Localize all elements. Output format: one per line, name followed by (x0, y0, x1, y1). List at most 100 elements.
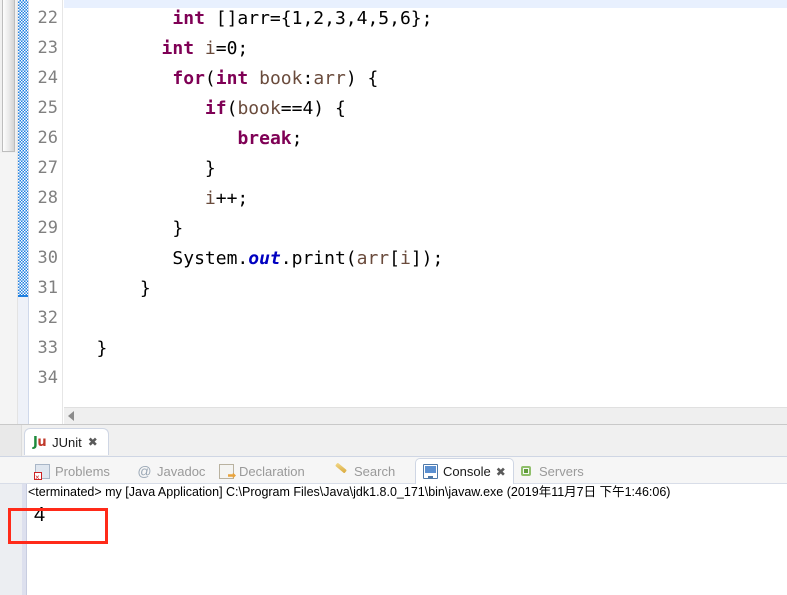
code-token: i (204, 188, 216, 209)
code-token: ]); (410, 248, 444, 269)
code-token: ==4) { (280, 98, 346, 119)
tab-javadoc[interactable]: @ Javadoc (130, 459, 212, 483)
code-line[interactable]: System.out.print(arr[i]); (64, 244, 443, 274)
code-line[interactable]: } (64, 334, 108, 364)
code-token: for (172, 68, 205, 89)
code-token: : (302, 68, 314, 89)
javadoc-icon: @ (137, 462, 152, 479)
code-token: arr (356, 248, 390, 269)
tab-console[interactable]: Console ✖ (415, 458, 514, 484)
line-number: 22 (37, 8, 58, 28)
line-number: 31 (37, 278, 58, 298)
tab-label: Problems (55, 463, 110, 479)
code-token: ) { (345, 68, 379, 89)
line-number: 28 (37, 188, 58, 208)
line-number: 27 (37, 158, 58, 178)
outer-vertical-scrollbar[interactable] (0, 0, 18, 425)
code-token: [ (389, 248, 400, 269)
code-line[interactable]: for(int book:arr) { (64, 64, 378, 94)
code-token: int (161, 38, 195, 59)
java-editor[interactable]: 22 23 24 25 26 27 28 29 30 31 32 33 34 int []arr={1,… (0, 0, 787, 425)
code-token: i (204, 38, 216, 59)
line-number: 24 (37, 68, 58, 88)
tab-label: Search (354, 463, 396, 479)
junit-icon: Ju (33, 434, 47, 450)
code-token: book (237, 98, 281, 119)
code-line[interactable]: } (64, 154, 216, 184)
search-icon (334, 464, 349, 479)
console-icon (423, 464, 438, 479)
tab-label: Servers (539, 463, 584, 479)
code-token: } (96, 338, 108, 359)
code-token: ++; (215, 188, 249, 209)
console-left-margin (0, 484, 22, 595)
tab-declaration[interactable]: Declaration (212, 459, 312, 483)
code-token: int (172, 8, 205, 29)
line-number: 33 (37, 338, 58, 358)
code-line[interactable]: int i=0; (64, 34, 249, 64)
line-number-gutter: 22 23 24 25 26 27 28 29 30 31 32 33 34 (29, 0, 63, 425)
view-tabbar: Problems @ Javadoc Declaration Search Console… (0, 457, 787, 484)
tab-junit[interactable]: Ju JUnit ✖ (24, 428, 109, 455)
code-token: book (259, 68, 303, 89)
code-line[interactable]: } (64, 274, 151, 304)
code-line[interactable]: i++; (64, 184, 248, 214)
outer-vertical-scrollbar-bottom[interactable] (0, 153, 17, 425)
junit-strip-left-margin (0, 425, 22, 457)
tab-junit-label: JUnit (52, 434, 82, 450)
code-token: out (248, 248, 281, 269)
line-number: 30 (37, 248, 58, 268)
code-token: } (139, 278, 151, 299)
line-number: 29 (37, 218, 58, 238)
code-token: ( (226, 98, 238, 119)
code-line[interactable]: break; (64, 124, 302, 154)
tab-label: Console (443, 464, 491, 479)
line-number: 26 (37, 128, 58, 148)
code-text-area[interactable]: int []arr={1,2,3,4,5,6}; int i=0; for(int … (64, 0, 787, 425)
line-number: 23 (37, 38, 58, 58)
tab-search[interactable]: Search (327, 459, 402, 483)
editor-change-bar (18, 0, 47, 425)
servers-icon (519, 464, 534, 479)
tab-problems[interactable]: Problems (28, 459, 117, 483)
code-token: =0; (215, 38, 249, 59)
code-token: System. (172, 248, 249, 269)
close-icon[interactable]: ✖ (496, 466, 506, 478)
code-line[interactable]: int []arr={1,2,3,4,5,6}; (64, 4, 432, 34)
code-token: i (399, 248, 411, 269)
line-number: 32 (37, 308, 58, 328)
code-token: } (204, 158, 216, 179)
change-bar-end-marker (18, 295, 28, 297)
code-token: ; (291, 128, 303, 149)
console-view-stack: Problems @ Javadoc Declaration Search Console… (0, 457, 787, 595)
line-number: 34 (37, 368, 58, 388)
eclipse-ide-window: 22 23 24 25 26 27 28 29 30 31 32 33 34 int []arr={1,… (0, 0, 787, 595)
code-token: []arr={1,2,3,4,5,6}; (204, 8, 433, 29)
outer-vertical-scrollbar-thumb[interactable] (2, 0, 15, 152)
close-icon[interactable]: ✖ (88, 436, 98, 448)
problems-icon (34, 463, 50, 483)
code-line[interactable]: } (64, 214, 183, 244)
tab-servers[interactable]: Servers (512, 459, 591, 483)
declaration-icon (219, 463, 234, 479)
code-token: ( (204, 68, 216, 89)
scroll-left-arrow-icon[interactable] (68, 411, 74, 421)
console-output-text: 4 (34, 504, 46, 526)
tab-label: Javadoc (157, 463, 206, 479)
junit-view-tabstrip: Ju JUnit ✖ (0, 425, 787, 457)
editor-horizontal-scrollbar[interactable] (64, 407, 787, 424)
code-token: break (237, 128, 292, 149)
code-token: arr (313, 68, 346, 89)
code-token: if (204, 98, 227, 119)
code-token: .print( (280, 248, 357, 269)
code-line[interactable]: if(book==4) { (64, 94, 346, 124)
change-bar-modified-region (18, 0, 28, 295)
console-body[interactable]: <terminated> my [Java Application] C:\Pr… (0, 484, 787, 595)
code-token: } (172, 218, 184, 239)
console-vertical-divider (22, 484, 27, 595)
console-status-line: <terminated> my [Java Application] C:\Pr… (28, 485, 671, 499)
code-token: int (215, 68, 249, 89)
line-number: 25 (37, 98, 58, 118)
